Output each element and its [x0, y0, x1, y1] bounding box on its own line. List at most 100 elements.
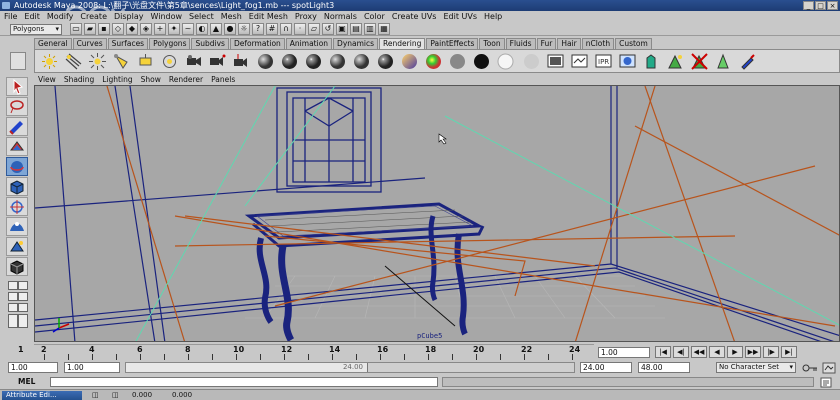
hypershade-icon[interactable] [619, 53, 636, 70]
snap-curve-icon[interactable]: ∩ [280, 23, 292, 35]
camera-icon[interactable] [185, 53, 202, 70]
light-linking-icon[interactable] [643, 53, 660, 70]
panel-menu-panels[interactable]: Panels [211, 75, 235, 85]
range-bar[interactable]: 24.00 [125, 362, 575, 373]
tab-fluids[interactable]: Fluids [505, 38, 536, 49]
select-tool-button[interactable] [6, 77, 28, 96]
phong-sphere-icon[interactable] [305, 53, 322, 70]
play-forwards-icon[interactable]: ▶ [727, 346, 743, 358]
go-to-start-icon[interactable]: |◀ [655, 346, 671, 358]
ipr-render-icon[interactable]: ▤ [350, 23, 362, 35]
select-hierarchy-icon[interactable]: ◇ [112, 23, 124, 35]
gray-sphere-icon[interactable] [449, 53, 466, 70]
close-button[interactable]: × [827, 1, 838, 10]
menu-file[interactable]: File [4, 11, 17, 22]
range-handle[interactable]: 24.00 [126, 363, 368, 372]
tab-deformation[interactable]: Deformation [229, 38, 285, 49]
mask-dynamics-icon[interactable]: ● [224, 23, 236, 35]
tab-fur[interactable]: Fur [536, 38, 557, 49]
step-forward-frame-icon[interactable]: |▶ [763, 346, 779, 358]
snap-point-icon[interactable]: · [294, 23, 306, 35]
current-frame-field[interactable]: 1.00 [598, 347, 650, 358]
soft-mod-button[interactable] [6, 217, 28, 236]
graph-editor-layout-button[interactable] [18, 303, 28, 312]
blinn-sphere-icon[interactable] [281, 53, 298, 70]
tab-hair[interactable]: Hair [557, 38, 581, 49]
render-layout-button[interactable] [18, 314, 28, 328]
color-ramp-icon[interactable] [425, 53, 442, 70]
menu-edit-uvs[interactable]: Edit UVs [443, 11, 477, 22]
step-back-frame-icon[interactable]: ◀| [673, 346, 689, 358]
menu-edit-mesh[interactable]: Edit Mesh [249, 11, 288, 22]
menu-modify[interactable]: Modify [47, 11, 74, 22]
tab-curves[interactable]: Curves [72, 38, 107, 49]
select-component-icon[interactable]: ◈ [140, 23, 152, 35]
white-sphere-icon[interactable] [497, 53, 514, 70]
menu-color[interactable]: Color [364, 11, 385, 22]
four-pane-layout-button[interactable] [18, 281, 28, 290]
menu-window[interactable]: Window [151, 11, 183, 22]
shelf-menu-button[interactable] [10, 52, 26, 70]
script-editor-icon[interactable] [820, 377, 832, 388]
menu-create-uvs[interactable]: Create UVs [392, 11, 437, 22]
surface-shader-icon[interactable] [523, 53, 540, 70]
volume-light-icon[interactable] [161, 53, 178, 70]
menu-normals[interactable]: Normals [324, 11, 357, 22]
playback-start-field[interactable]: 1.00 [64, 362, 120, 373]
render-frame-icon[interactable]: ▣ [336, 23, 348, 35]
snap-plane-icon[interactable]: ▱ [308, 23, 320, 35]
menu-proxy[interactable]: Proxy [295, 11, 317, 22]
new-scene-icon[interactable]: ▭ [70, 23, 82, 35]
paint-brush-icon[interactable] [739, 53, 756, 70]
mask-deform-icon[interactable]: ▲ [210, 23, 222, 35]
open-scene-icon[interactable]: ▰ [84, 23, 96, 35]
menu-mesh[interactable]: Mesh [221, 11, 242, 22]
perspective-viewport[interactable]: pCube5 [34, 85, 840, 342]
single-pane-layout-button[interactable] [8, 281, 18, 290]
menu-display[interactable]: Display [114, 11, 144, 22]
tab-dynamics[interactable]: Dynamics [333, 38, 379, 49]
mel-label[interactable]: MEL [18, 377, 35, 387]
panel-menu-view[interactable]: View [38, 75, 56, 85]
tab-toon[interactable]: Toon [479, 38, 505, 49]
select-object-icon[interactable]: ◆ [126, 23, 138, 35]
character-set-dropdown[interactable]: No Character Set [716, 362, 796, 373]
light-link-make-icon[interactable] [667, 53, 684, 70]
persp-outliner-layout-button[interactable] [8, 292, 18, 301]
mask-misc-icon[interactable]: ? [252, 23, 264, 35]
area-light-icon[interactable] [137, 53, 154, 70]
step-forward-key-icon[interactable]: ▶▶ [745, 346, 761, 358]
spot-light-icon[interactable] [113, 53, 130, 70]
mask-joint-icon[interactable]: ✦ [168, 23, 180, 35]
tab-custom[interactable]: Custom [615, 38, 652, 49]
tab-painteffects[interactable]: PaintEffects [426, 38, 479, 49]
phonge-sphere-icon[interactable] [329, 53, 346, 70]
ramp-shader-icon[interactable] [401, 53, 418, 70]
tab-rendering[interactable]: Rendering [379, 38, 426, 49]
minimize-button[interactable]: _ [803, 1, 814, 10]
step-back-key-icon[interactable]: ◀◀ [691, 346, 707, 358]
ipr-render-shelf-icon[interactable]: IPR [595, 53, 612, 70]
outliner-layout-button[interactable] [8, 314, 18, 328]
anisotropic-sphere-icon[interactable] [353, 53, 370, 70]
history-icon[interactable]: ↺ [322, 23, 334, 35]
menu-create[interactable]: Create [80, 11, 107, 22]
move-tool-button[interactable] [6, 137, 28, 156]
tab-animation[interactable]: Animation [285, 38, 333, 49]
command-input[interactable] [50, 377, 438, 387]
render-settings-icon[interactable]: ▥ [364, 23, 376, 35]
tab-ncloth[interactable]: nCloth [581, 38, 615, 49]
layered-shader-icon[interactable] [377, 53, 394, 70]
render-view-icon[interactable] [547, 53, 564, 70]
menu-set-dropdown[interactable]: Polygons [10, 24, 62, 35]
rotate-tool-button[interactable] [6, 157, 28, 176]
tab-surfaces[interactable]: Surfaces [107, 38, 149, 49]
black-sphere-icon[interactable] [473, 53, 490, 70]
menu-edit[interactable]: Edit [24, 11, 40, 22]
tab-subdivs[interactable]: Subdivs [191, 38, 229, 49]
camera-aim-up-icon[interactable] [233, 53, 250, 70]
tab-polygons[interactable]: Polygons [149, 38, 191, 49]
mask-render-icon[interactable]: ☼ [238, 23, 250, 35]
menu-help[interactable]: Help [484, 11, 502, 22]
point-light-icon[interactable] [89, 53, 106, 70]
